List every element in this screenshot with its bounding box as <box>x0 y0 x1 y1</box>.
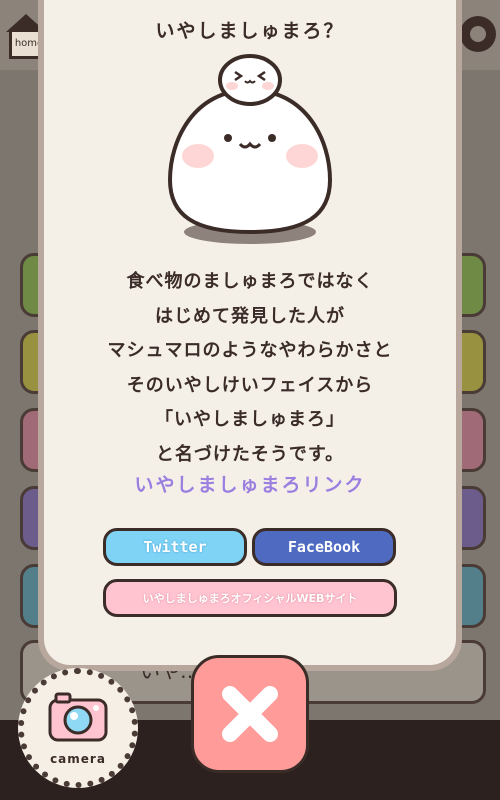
description-line: と名づけたそうです。 <box>155 443 345 465</box>
close-button[interactable] <box>191 655 309 773</box>
links-heading: いやしましゅまろリンク <box>134 474 366 496</box>
description-line: そのいやしけいフェイスから <box>126 374 374 396</box>
home-label: home <box>14 38 44 49</box>
info-modal: いやしましゅまろ？ 食べ物のましゅまろではなく はじめて発見した人が マシュマロ… <box>44 0 456 665</box>
camera-icon <box>48 692 108 742</box>
description-line: はじめて発見した人が <box>155 305 345 327</box>
twitter-button[interactable]: Twitter <box>103 528 247 566</box>
camera-label: camera <box>50 752 106 766</box>
camera-button[interactable]: camera <box>18 668 138 788</box>
official-website-button[interactable]: いやしましゅまろオフィシャルWEBサイト <box>103 579 397 617</box>
gear-icon[interactable] <box>460 16 496 52</box>
facebook-button[interactable]: FaceBook <box>252 528 396 566</box>
modal-title: いやしましゅまろ？ <box>155 20 345 42</box>
description: 食べ物のましゅまろではなく はじめて発見した人が マシュマロのようなやわらかさと… <box>44 265 456 472</box>
description-line: マシュマロのようなやわらかさと <box>107 340 393 361</box>
close-x-icon <box>222 686 278 742</box>
description-line: 食べ物のましゅまろではなく <box>126 271 374 292</box>
home-icon[interactable]: home <box>6 14 49 62</box>
mascot-illustration <box>167 54 333 244</box>
description-line: 「いやしましゅまろ」 <box>155 409 345 430</box>
